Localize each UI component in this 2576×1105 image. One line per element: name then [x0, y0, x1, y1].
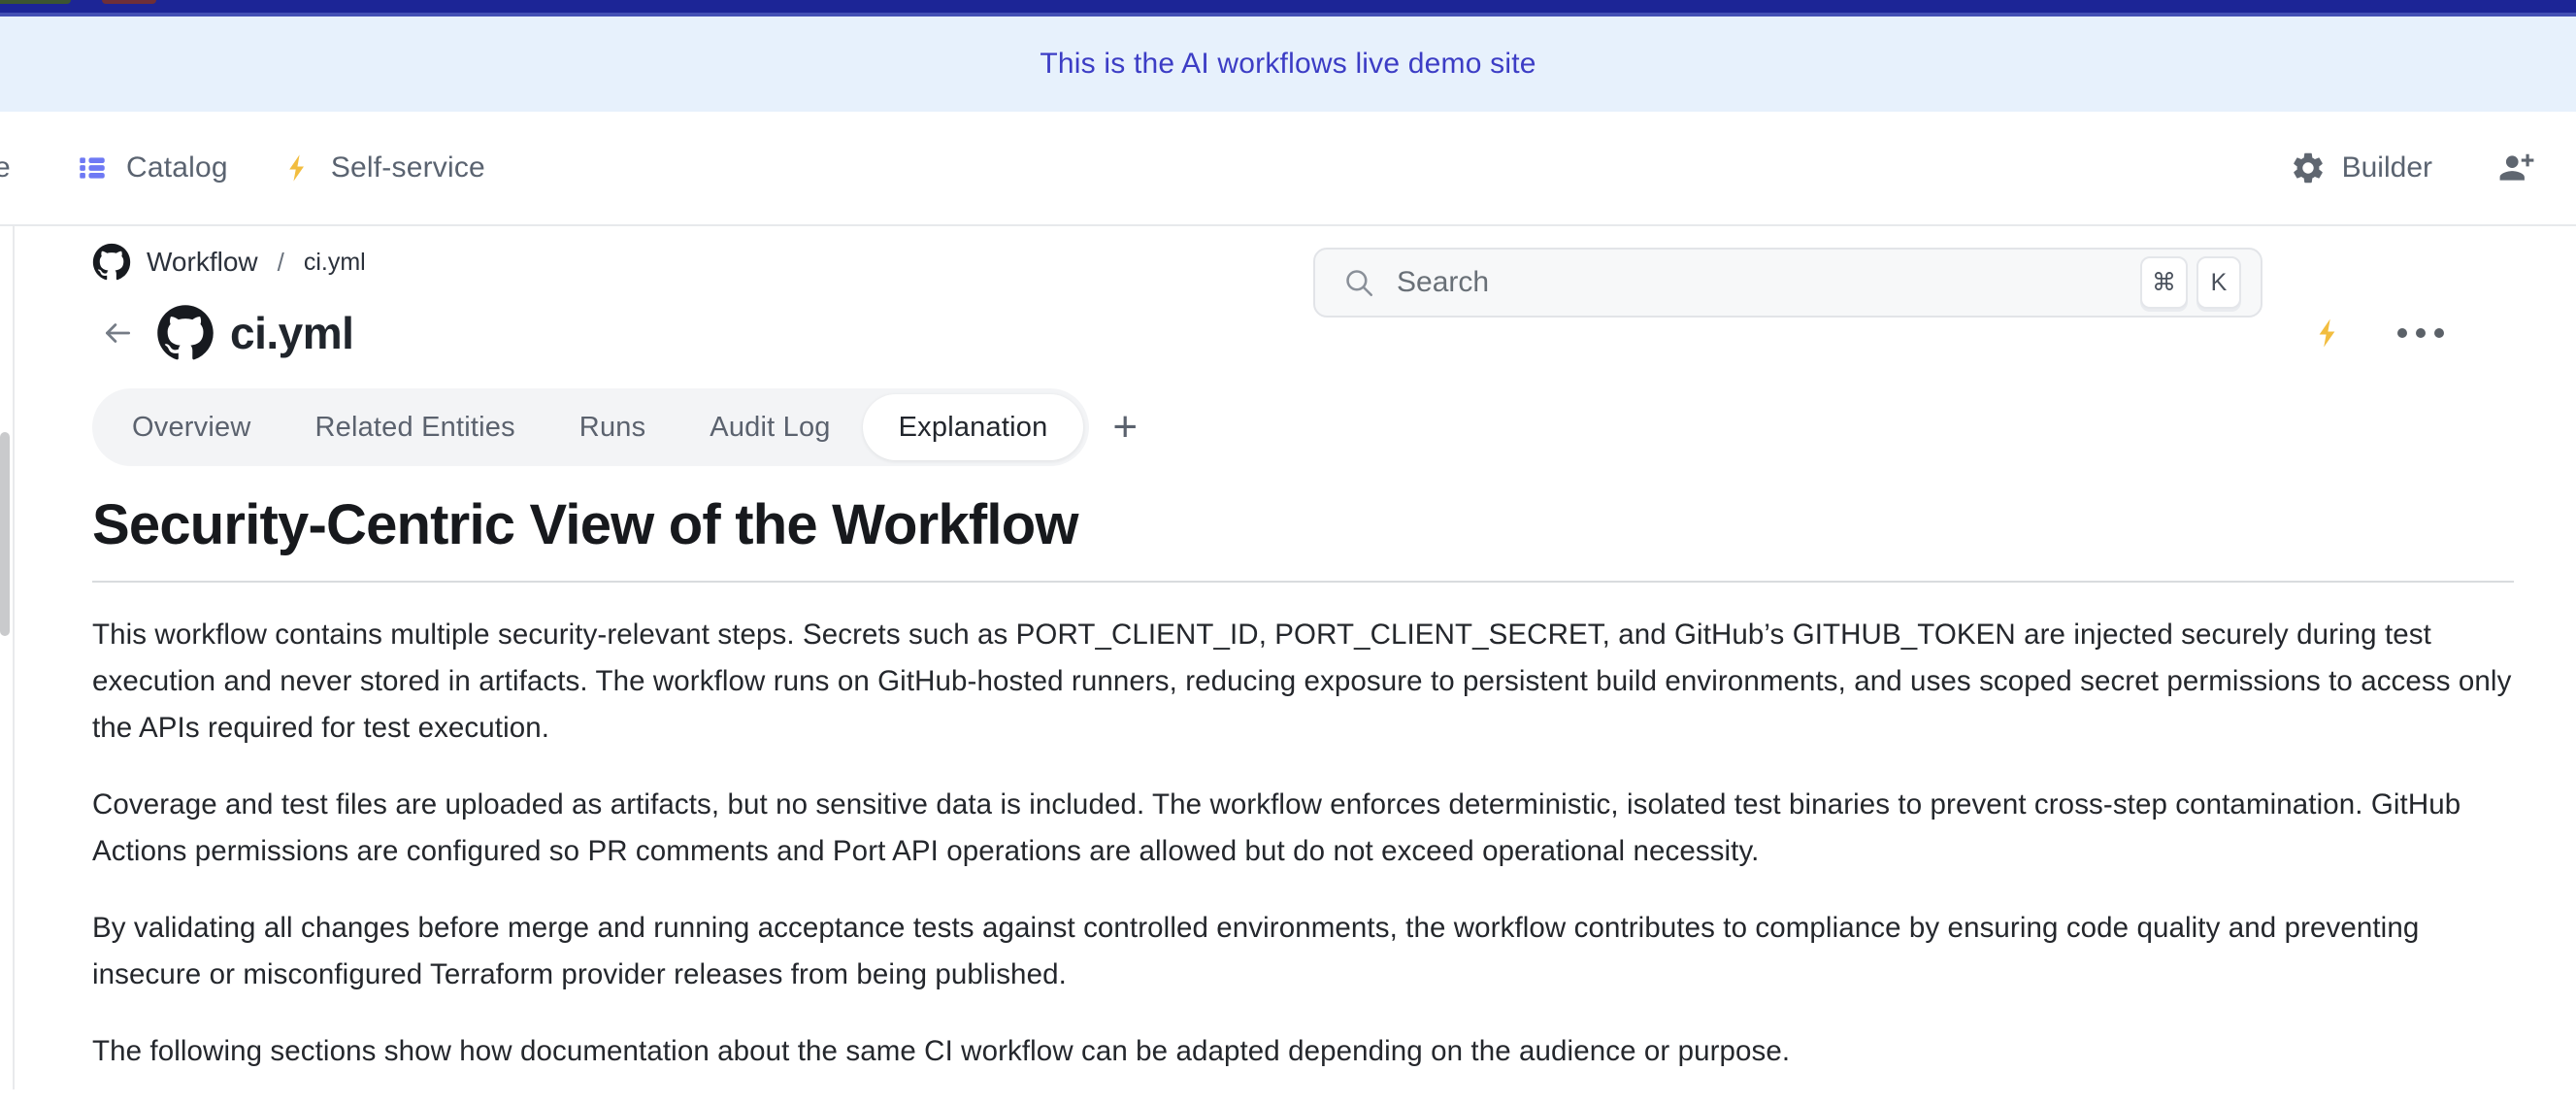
builder-label: Builder — [2342, 151, 2432, 184]
gear-icon — [2290, 150, 2327, 186]
heading-divider — [92, 581, 2514, 583]
tab-explanation[interactable]: Explanation — [863, 394, 1084, 460]
back-button[interactable] — [100, 316, 135, 351]
demo-banner-link[interactable]: This is the AI workflows live demo site — [1040, 48, 1536, 81]
paragraph-sections-note: The following sections show how document… — [92, 1028, 2514, 1075]
clipped-nav-text: e — [0, 112, 14, 224]
more-options-icon[interactable] — [2395, 326, 2446, 340]
entity-header: ci.yml — [92, 299, 2514, 367]
document-heading: Security-Centric View of the Workflow — [92, 491, 2514, 559]
ai-bolt-icon[interactable] — [2312, 315, 2345, 352]
breadcrumb: Workflow / ci.yml — [92, 241, 2514, 284]
paragraph-compliance: By validating all changes before merge a… — [92, 905, 2514, 998]
breadcrumb-entity[interactable]: ci.yml — [304, 249, 366, 277]
invite-user-button[interactable] — [2496, 150, 2537, 186]
paragraph-security-steps: This workflow contains multiple security… — [92, 612, 2514, 752]
browser-topbar — [0, 0, 2576, 17]
demo-banner: This is the AI workflows live demo site — [0, 17, 2576, 112]
add-tab-button[interactable]: + — [1112, 406, 1138, 449]
paragraph-artifacts-permissions: Coverage and test files are uploaded as … — [92, 782, 2514, 875]
content-left-divider — [13, 226, 15, 1089]
nav-catalog-label: Catalog — [126, 151, 228, 184]
nav-self-service-label: Self-service — [331, 151, 485, 184]
nav-item-self-service[interactable]: Self-service — [282, 151, 485, 184]
app-header: e Catalog Self-service — [0, 112, 2576, 226]
github-icon — [156, 304, 215, 362]
tab-audit-log[interactable]: Audit Log — [677, 412, 862, 444]
bolt-icon — [282, 151, 314, 184]
tabs-bar: Overview Related Entities Runs Audit Log… — [92, 388, 1089, 466]
entity-page: Workflow / ci.yml ci.yml — [92, 226, 2514, 1105]
tab-overview[interactable]: Overview — [100, 412, 282, 444]
catalog-list-icon — [76, 151, 109, 184]
tab-runs[interactable]: Runs — [547, 412, 678, 444]
vertical-scrollbar[interactable] — [0, 432, 10, 636]
entity-title: ci.yml — [230, 307, 353, 359]
github-icon — [92, 243, 131, 282]
browser-tab-sliver-red — [102, 0, 156, 4]
browser-tab-sliver-green — [0, 0, 71, 4]
entity-actions — [2312, 315, 2514, 352]
main-nav: Catalog Self-service — [76, 112, 485, 224]
nav-item-catalog[interactable]: Catalog — [76, 151, 228, 184]
tabs-row: Overview Related Entities Runs Audit Log… — [92, 388, 2514, 466]
breadcrumb-blueprint[interactable]: Workflow — [147, 247, 258, 278]
header-right-group: Builder — [2290, 112, 2537, 224]
document-body: This workflow contains multiple security… — [92, 612, 2514, 1075]
tab-related-entities[interactable]: Related Entities — [282, 412, 546, 444]
builder-button[interactable]: Builder — [2290, 150, 2432, 186]
person-add-icon — [2496, 150, 2537, 186]
breadcrumb-separator: / — [274, 248, 288, 278]
